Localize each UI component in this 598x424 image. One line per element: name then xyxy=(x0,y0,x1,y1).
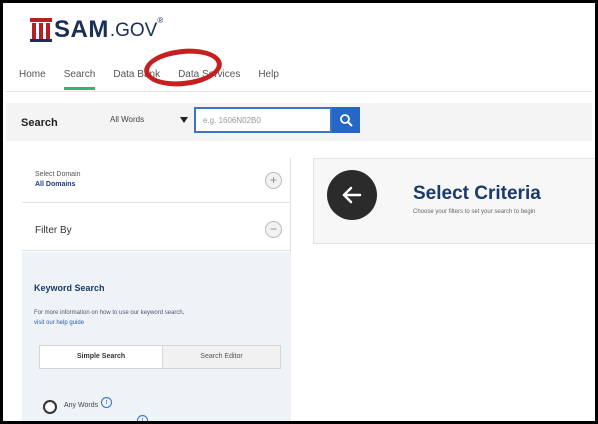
any-words-label: Any Words xyxy=(64,402,99,409)
search-input[interactable]: e.g. 1606N02B0 xyxy=(194,107,332,133)
capitol-icon xyxy=(30,18,52,42)
tab-search-editor[interactable]: Search Editor xyxy=(162,346,280,368)
search-type-select[interactable]: All Words xyxy=(106,110,190,131)
nav-search[interactable]: Search xyxy=(63,69,95,90)
search-icon xyxy=(340,114,353,127)
select-criteria-subtitle: Choose your filters to set your search t… xyxy=(413,209,536,215)
search-button[interactable] xyxy=(332,107,360,133)
domain-value: All Domains xyxy=(35,181,76,188)
logo-sam-text: SAM xyxy=(54,16,109,43)
search-label: Search xyxy=(21,117,58,129)
help-guide-link[interactable]: visit our help guide xyxy=(34,320,84,326)
logo-registered-mark: ® xyxy=(157,16,164,25)
keyword-search-description: For more information on how to use our k… xyxy=(34,310,185,316)
caret-down-icon xyxy=(180,117,188,123)
collapse-minus-icon[interactable]: − xyxy=(265,221,282,238)
search-type-value: All Words xyxy=(110,115,145,124)
filter-by-label: Filter By xyxy=(35,225,72,236)
keyword-tabs: Simple Search Search Editor xyxy=(39,345,281,369)
nav-divider xyxy=(6,91,592,92)
domain-title: Select Domain xyxy=(35,171,81,178)
nav-help[interactable]: Help xyxy=(258,69,279,85)
filter-by-section[interactable]: Filter By − xyxy=(22,203,291,251)
arrow-left-icon xyxy=(342,186,362,204)
back-arrow-button[interactable] xyxy=(327,170,377,220)
nav-home[interactable]: Home xyxy=(19,69,46,85)
tab-simple-search[interactable]: Simple Search xyxy=(40,346,162,368)
select-criteria-title: Select Criteria xyxy=(413,183,541,204)
logo-gov-text: .GOV xyxy=(109,20,158,41)
any-words-radio[interactable] xyxy=(43,400,57,414)
keyword-search-panel: Keyword Search For more information on h… xyxy=(22,252,291,421)
info-icon[interactable]: i xyxy=(137,415,148,421)
expand-plus-icon[interactable]: + xyxy=(265,172,282,189)
domain-selector[interactable]: Select Domain All Domains + xyxy=(22,158,291,203)
screenshot-frame: SAM .GOV ® Home Search Data Bank Data Se… xyxy=(0,0,598,424)
filter-sidebar: Select Domain All Domains + Filter By − … xyxy=(22,158,291,421)
info-icon[interactable]: i xyxy=(101,397,112,408)
sam-gov-logo[interactable]: SAM .GOV ® xyxy=(30,10,163,42)
keyword-search-title: Keyword Search xyxy=(34,283,105,293)
